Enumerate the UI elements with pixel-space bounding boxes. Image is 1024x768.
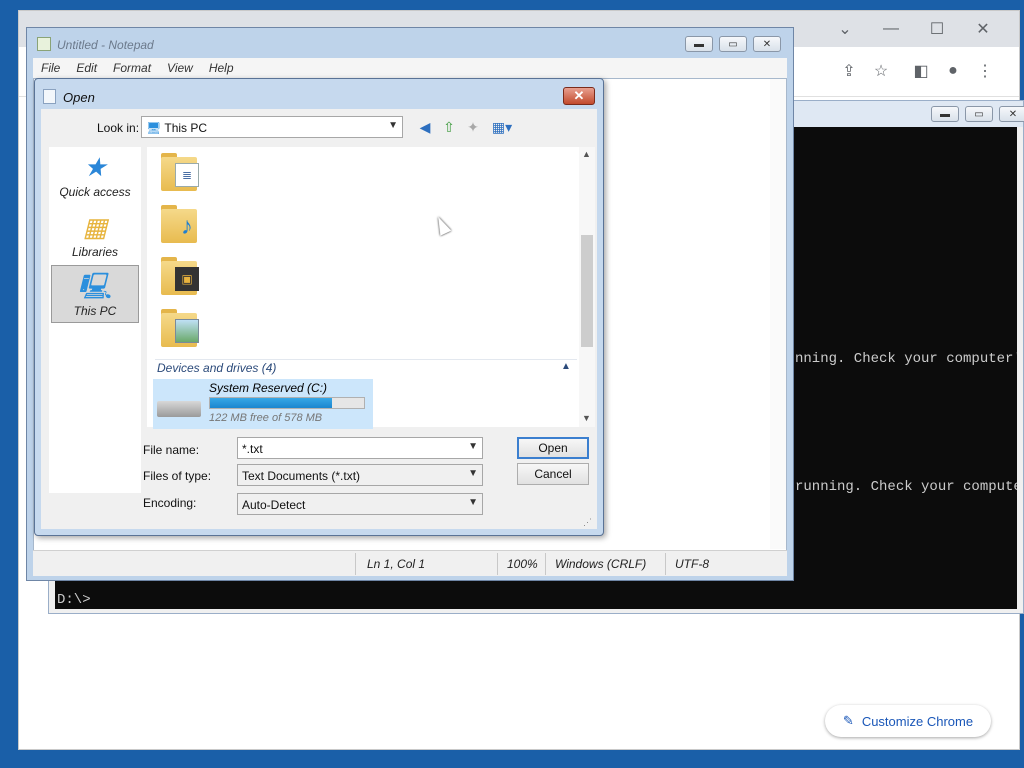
close-icon[interactable]: ✕	[753, 36, 781, 52]
scroll-up-icon[interactable]: ▲	[582, 149, 591, 159]
console-prompt: D:\>	[57, 592, 91, 608]
vertical-scrollbar[interactable]	[770, 79, 786, 549]
chevron-down-icon[interactable]: ⌄	[831, 15, 859, 43]
window-title: Untitled - Notepad	[57, 38, 154, 52]
music-folder-icon[interactable]: ♪	[159, 203, 199, 245]
profile-icon[interactable]: ●	[939, 57, 967, 85]
status-encoding: UTF-8	[675, 557, 709, 571]
videos-folder-icon[interactable]: ▣	[159, 255, 199, 297]
documents-folder-icon[interactable]: ≣	[159, 151, 199, 193]
file-name-input[interactable]: *.txt ▼	[237, 437, 483, 459]
group-header: Devices and drives (4)	[157, 361, 277, 375]
status-zoom: 100%	[507, 557, 538, 571]
menu-help[interactable]: Help	[201, 58, 242, 78]
close-icon[interactable]: ✕	[969, 15, 997, 43]
sidebar-item-label: This PC	[73, 304, 117, 318]
drive-usage-bar	[209, 397, 365, 409]
cancel-button[interactable]: Cancel	[517, 463, 589, 485]
encoding-select[interactable]: Auto-Detect ▼	[237, 493, 483, 515]
dialog-body: Look in: 🖥 This PC ▼ ◀ ⇧ ✦ ▦▾ ★ Quick ac…	[41, 109, 597, 529]
share-icon[interactable]: ⇪	[835, 57, 863, 85]
chevron-down-icon[interactable]: ▼	[468, 441, 478, 452]
drive-name: System Reserved (C:)	[209, 381, 328, 395]
this-pc-icon: 🖥	[146, 121, 162, 135]
menu-kebab-icon[interactable]: ⋮	[971, 57, 999, 85]
drive-free-space: 122 MB free of 578 MB	[209, 412, 323, 424]
close-icon[interactable]: ✕	[563, 87, 595, 105]
dialog-title: Open	[63, 90, 95, 105]
vertical-scrollbar[interactable]: ▲ ▼	[579, 147, 595, 427]
file-name-label: File name:	[143, 443, 200, 457]
scroll-down-icon[interactable]: ▼	[582, 413, 591, 423]
console-line: running. Check your computer	[795, 479, 1017, 495]
customize-chrome-label: Customize Chrome	[861, 713, 974, 729]
places-sidebar: ★ Quick access ▦ Libraries 🖳 This PC	[49, 147, 141, 493]
status-position: Ln 1, Col 1	[367, 557, 426, 571]
maximize-icon[interactable]: ▭	[965, 106, 993, 122]
files-of-type-value: Text Documents (*.txt)	[242, 469, 361, 483]
menu-format[interactable]: Format	[105, 58, 159, 78]
menu-view[interactable]: View	[159, 58, 201, 78]
star-icon[interactable]: ☆	[867, 57, 895, 85]
menu-edit[interactable]: Edit	[68, 58, 105, 78]
sidebar-item-quick-access[interactable]: ★ Quick access	[51, 147, 139, 205]
files-of-type-select[interactable]: Text Documents (*.txt) ▼	[237, 464, 483, 486]
notepad-icon	[37, 37, 51, 51]
open-button[interactable]: Open	[517, 437, 589, 459]
up-folder-icon[interactable]: ⇧	[439, 117, 459, 137]
resize-grip-icon[interactable]: ⋰	[583, 517, 592, 528]
notepad-icon	[43, 89, 56, 104]
drive-usage-fill	[210, 398, 332, 408]
look-in-combo[interactable]: 🖥 This PC ▼	[141, 116, 403, 138]
hard-drive-icon	[157, 401, 201, 417]
customize-chrome-button[interactable]: ✎ Customize Chrome	[825, 705, 991, 737]
minimize-icon[interactable]: —	[877, 15, 905, 43]
sidebar-item-this-pc[interactable]: 🖳 This PC	[51, 265, 139, 323]
files-of-type-label: Files of type:	[143, 469, 212, 483]
open-dialog: Open ✕ Look in: 🖥 This PC ▼ ◀ ⇧ ✦ ▦▾ ★ Q…	[34, 78, 604, 536]
pencil-icon: ✎	[842, 713, 854, 728]
minimize-icon[interactable]: ▬	[685, 36, 713, 52]
status-line-ending: Windows (CRLF)	[555, 557, 647, 571]
drive-item[interactable]: System Reserved (C:) 122 MB free of 578 …	[153, 379, 373, 429]
menu-file[interactable]: File	[33, 58, 68, 78]
minimize-icon[interactable]: ▬	[931, 106, 959, 122]
libraries-icon: ▦	[82, 212, 108, 242]
chevron-down-icon: ▼	[468, 497, 478, 508]
chevron-down-icon: ▼	[468, 468, 478, 479]
close-icon[interactable]: ✕	[999, 106, 1024, 122]
scroll-thumb[interactable]	[581, 235, 593, 347]
pictures-folder-icon[interactable]	[159, 307, 199, 349]
notepad-titlebar: Untitled - Notepad ▬ ▭ ✕	[27, 28, 793, 58]
collapse-caret-icon[interactable]: ▲	[561, 361, 571, 372]
new-folder-icon[interactable]: ✦	[463, 117, 483, 137]
chevron-down-icon: ▼	[388, 120, 398, 131]
console-line: nning. Check your computer's	[795, 351, 1017, 367]
sidebar-item-label: Libraries	[71, 245, 119, 259]
side-panel-icon[interactable]: ◧	[907, 57, 935, 85]
encoding-label: Encoding:	[143, 496, 197, 510]
back-icon[interactable]: ◀	[415, 117, 435, 137]
this-pc-icon: 🖳	[77, 271, 113, 301]
status-bar: Ln 1, Col 1 100% Windows (CRLF) UTF-8	[33, 550, 787, 576]
file-list[interactable]: ≣ ♪ ▣ Devices and drives (4) ▲ System Re…	[147, 147, 595, 429]
sidebar-item-libraries[interactable]: ▦ Libraries	[51, 207, 139, 265]
maximize-icon[interactable]: ☐	[923, 15, 951, 43]
view-menu-icon[interactable]: ▦▾	[489, 117, 515, 137]
encoding-value: Auto-Detect	[242, 498, 306, 512]
look-in-value: This PC	[164, 121, 208, 135]
menu-bar: File Edit Format View Help	[33, 58, 787, 78]
maximize-icon[interactable]: ▭	[719, 36, 747, 52]
look-in-label: Look in:	[97, 121, 140, 135]
quick-access-star-icon: ★	[83, 152, 107, 182]
file-name-value: *.txt	[242, 442, 263, 456]
sidebar-item-label: Quick access	[59, 185, 131, 199]
